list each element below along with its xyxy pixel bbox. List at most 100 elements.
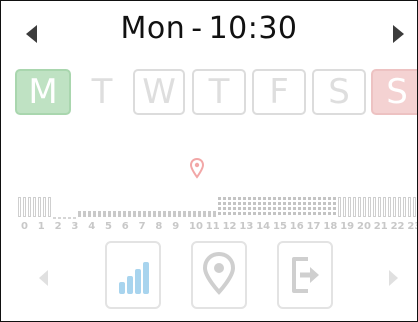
schedule-slot[interactable] xyxy=(143,211,146,217)
schedule-slot[interactable] xyxy=(148,211,151,217)
schedule-slot[interactable] xyxy=(93,211,96,217)
schedule-slot[interactable] xyxy=(218,197,221,217)
schedule-slot[interactable] xyxy=(378,197,381,217)
schedule-slot[interactable] xyxy=(328,197,331,217)
schedule-slot[interactable] xyxy=(183,211,186,217)
schedule-slot[interactable] xyxy=(153,211,156,217)
schedule-slot[interactable] xyxy=(113,211,116,217)
schedule-slot[interactable] xyxy=(263,197,266,217)
schedule-slot[interactable] xyxy=(83,211,86,217)
schedule-slot[interactable] xyxy=(58,217,61,219)
schedule-slot[interactable] xyxy=(358,197,361,217)
day-letter: S xyxy=(328,72,350,112)
bottom-next-button[interactable] xyxy=(384,263,404,293)
schedule-slot[interactable] xyxy=(283,197,286,217)
day-sun[interactable]: S xyxy=(371,69,417,115)
schedule-slot[interactable] xyxy=(348,197,351,217)
schedule-slot[interactable] xyxy=(368,197,371,217)
schedule-slot[interactable] xyxy=(313,197,316,217)
next-day-button[interactable] xyxy=(387,19,411,49)
schedule-slot[interactable] xyxy=(298,197,301,217)
schedule-slot[interactable] xyxy=(188,211,191,217)
schedule-slot[interactable] xyxy=(128,211,131,217)
schedule-slot[interactable] xyxy=(43,197,46,217)
schedule-slot[interactable] xyxy=(28,197,31,217)
schedule-slot[interactable] xyxy=(68,217,71,219)
schedule-slot[interactable] xyxy=(108,211,111,217)
schedule-slot[interactable] xyxy=(388,197,391,217)
hour-label: 3 xyxy=(71,221,79,232)
schedule-slot[interactable] xyxy=(63,217,66,219)
schedule-slot[interactable] xyxy=(23,197,26,217)
schedule-slot[interactable] xyxy=(333,197,336,217)
schedule-slot[interactable] xyxy=(53,217,56,219)
day-thu[interactable]: T xyxy=(192,69,246,115)
schedule-slot[interactable] xyxy=(228,197,231,217)
schedule-slot[interactable] xyxy=(118,211,121,217)
hour-label: 9 xyxy=(172,221,180,232)
schedule-slot[interactable] xyxy=(353,197,356,217)
location-button[interactable] xyxy=(191,241,247,309)
schedule-slot[interactable] xyxy=(78,211,81,217)
schedule-slot[interactable] xyxy=(138,211,141,217)
day-sat[interactable]: S xyxy=(312,69,366,115)
schedule-slot[interactable] xyxy=(73,217,76,219)
schedule-slot[interactable] xyxy=(303,197,306,217)
schedule-slot[interactable] xyxy=(213,211,216,217)
day-mon[interactable]: M xyxy=(15,69,71,115)
bottom-prev-button[interactable] xyxy=(33,263,53,293)
schedule-slot[interactable] xyxy=(203,211,206,217)
schedule-slot[interactable] xyxy=(373,197,376,217)
hour-label: 14 xyxy=(256,221,271,232)
schedule-slot[interactable] xyxy=(238,197,241,217)
schedule-slot[interactable] xyxy=(413,197,416,217)
schedule-slot[interactable] xyxy=(403,197,406,217)
hour-label: 5 xyxy=(105,221,112,232)
schedule-slot[interactable] xyxy=(268,197,271,217)
schedule-slot[interactable] xyxy=(248,197,251,217)
schedule-slot[interactable] xyxy=(323,197,326,217)
stats-button[interactable] xyxy=(105,241,161,309)
schedule-slot[interactable] xyxy=(233,197,236,217)
schedule-slot[interactable] xyxy=(338,197,341,217)
exit-button[interactable] xyxy=(277,241,333,309)
schedule-slot[interactable] xyxy=(253,197,256,217)
schedule-slot[interactable] xyxy=(98,211,101,217)
schedule-slot[interactable] xyxy=(198,211,201,217)
schedule-slot[interactable] xyxy=(278,197,281,217)
schedule-slot[interactable] xyxy=(318,197,321,217)
schedule-slot[interactable] xyxy=(258,197,261,217)
schedule-slot[interactable] xyxy=(168,211,171,217)
schedule-slot[interactable] xyxy=(33,197,36,217)
schedule-slot[interactable] xyxy=(408,197,411,217)
schedule-slot[interactable] xyxy=(273,197,276,217)
hour-label: 12 xyxy=(222,221,237,232)
map-pin-icon xyxy=(202,252,236,295)
day-tue[interactable]: T xyxy=(77,69,127,115)
schedule-slot[interactable] xyxy=(123,211,126,217)
schedule-slot[interactable] xyxy=(223,197,226,217)
day-wed[interactable]: W xyxy=(133,69,185,115)
schedule-slot[interactable] xyxy=(88,211,91,217)
schedule-slot[interactable] xyxy=(193,211,196,217)
schedule-slot[interactable] xyxy=(308,197,311,217)
schedule-slot[interactable] xyxy=(133,211,136,217)
schedule-slot[interactable] xyxy=(18,197,21,217)
schedule-slot[interactable] xyxy=(103,211,106,217)
schedule-slot[interactable] xyxy=(158,211,161,217)
schedule-slot[interactable] xyxy=(163,211,166,217)
schedule-slot[interactable] xyxy=(398,197,401,217)
schedule-slot[interactable] xyxy=(38,197,41,217)
schedule-slot[interactable] xyxy=(48,197,51,217)
schedule-slot[interactable] xyxy=(343,197,346,217)
schedule-slot[interactable] xyxy=(363,197,366,217)
schedule-slot[interactable] xyxy=(178,211,181,217)
schedule-slot[interactable] xyxy=(293,197,296,217)
schedule-slot[interactable] xyxy=(208,211,211,217)
schedule-slot[interactable] xyxy=(383,197,386,217)
schedule-slot[interactable] xyxy=(173,211,176,217)
schedule-slot[interactable] xyxy=(243,197,246,217)
schedule-slot[interactable] xyxy=(393,197,396,217)
day-fri[interactable]: F xyxy=(252,69,306,115)
schedule-slot[interactable] xyxy=(288,197,291,217)
